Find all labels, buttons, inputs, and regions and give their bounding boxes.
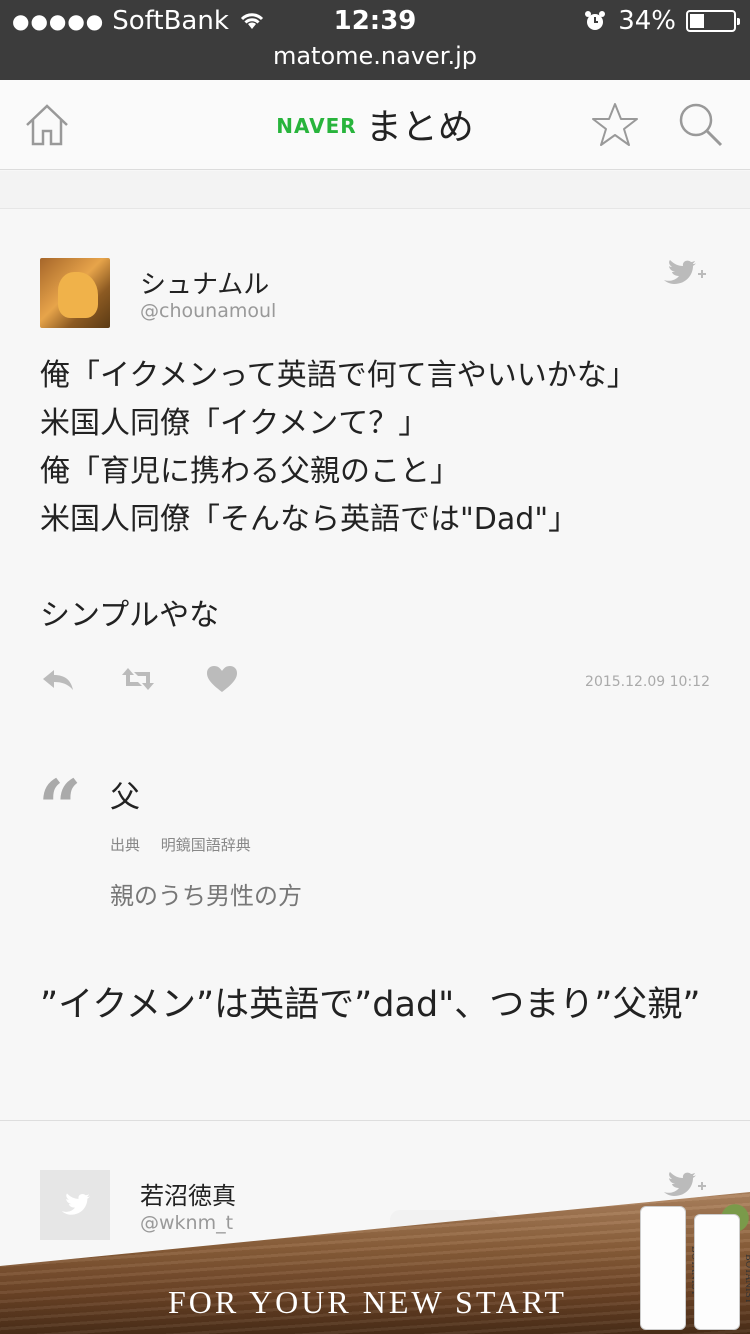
ad-banner[interactable]: BOTANIST BOTANIST FOR YOUR NEW START [0, 1192, 750, 1334]
avatar[interactable] [40, 258, 110, 328]
quote-icon: “ [38, 763, 82, 852]
status-bar: ●●●●● SoftBank 12:39 34% matome.naver.jp [0, 0, 750, 80]
tweet-actions: 2015.12.09 10:12 [40, 662, 710, 698]
tweet-line: 米国人同僚「そんなら英語では"Dad"」 [40, 502, 579, 537]
like-icon[interactable] [204, 664, 240, 694]
battery-icon [686, 10, 740, 32]
quote-source-name[interactable]: 明鏡国語辞典 [161, 836, 251, 854]
tweet-line: 米国人同僚「イクメンて？」 [40, 406, 429, 441]
tweet-line: 俺「育児に携わる父親のこと」 [40, 454, 460, 489]
tweet-author-name[interactable]: シュナムル [140, 264, 269, 301]
quote-source: 出典 明鏡国語辞典 [110, 834, 251, 855]
ad-product-label: BOTANIST [655, 1241, 699, 1301]
status-right: 34% [584, 6, 740, 36]
tweet-author-handle[interactable]: @chounamoul [140, 300, 276, 322]
ad-text: FOR YOUR NEW START [168, 1284, 567, 1320]
ad-product-label: BOTANIST [743, 1254, 750, 1304]
divider [0, 1120, 750, 1121]
retweet-icon[interactable] [120, 664, 156, 694]
search-icon[interactable] [676, 100, 724, 148]
tweet-body: 俺「イクメンって英語で何て言やいいかな」 米国人同僚「イクメンて？」 俺「育児に… [40, 352, 720, 640]
quote-text: 父 [110, 780, 140, 815]
separator [0, 171, 750, 209]
url-bar[interactable]: matome.naver.jp [0, 42, 750, 70]
alarm-icon [585, 11, 606, 30]
tweet-date[interactable]: 2015.12.09 10:12 [585, 674, 710, 690]
battery-percent: 34% [618, 6, 676, 36]
brand-naver: NAVER [276, 114, 357, 138]
quote-definition: 親のうち男性の方 [110, 882, 302, 910]
app-header: NAVER まとめ [0, 80, 750, 170]
star-icon[interactable] [590, 100, 640, 150]
reply-icon[interactable] [40, 664, 76, 694]
ad-product-bottle: BOTANIST [640, 1206, 699, 1330]
tweet-line: 俺「イクメンって英語で何て言やいいかな」 [40, 358, 637, 393]
tweet-line: シンプルやな [40, 598, 220, 633]
quote-source-label: 出典 [110, 836, 141, 854]
twitter-follow-icon[interactable] [662, 260, 710, 286]
battery-fill [690, 14, 704, 28]
section-heading: ”イクメン”は英語で”dad"、つまり”父親” [40, 985, 701, 1025]
ad-product-bottle: BOTANIST [694, 1214, 750, 1330]
brand-matome: まとめ [365, 107, 474, 148]
